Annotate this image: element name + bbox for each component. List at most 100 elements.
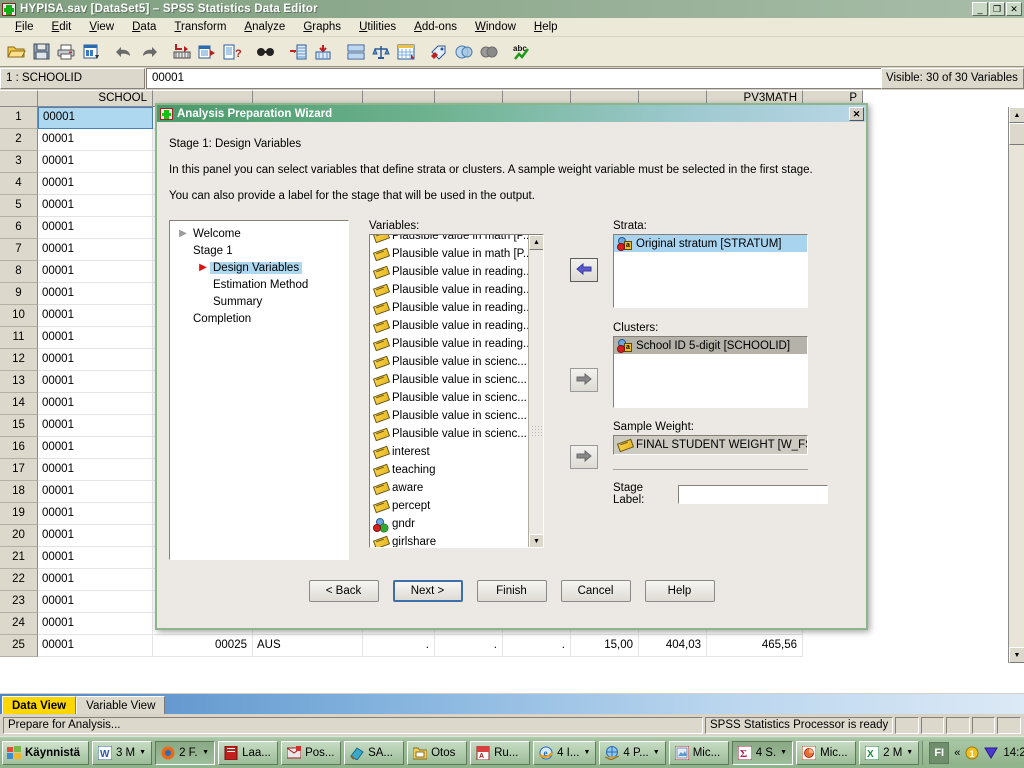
clock[interactable]: 14:23: [1003, 747, 1024, 759]
row-header[interactable]: 25: [0, 635, 38, 657]
row-header[interactable]: 11: [0, 327, 38, 349]
tray-expand-icon[interactable]: «: [954, 747, 960, 759]
tab-variable-view[interactable]: Variable View: [76, 696, 166, 714]
recall-dialogs-icon[interactable]: [79, 40, 103, 64]
move-to-sample-weight-button[interactable]: [570, 445, 598, 469]
vertical-scroll-thumb[interactable]: [1009, 123, 1024, 145]
stage-label-input[interactable]: [677, 484, 828, 504]
taskbar-item[interactable]: 2 F. ▼: [155, 740, 216, 765]
variable-list-item[interactable]: Plausible value in scienc...: [370, 353, 529, 371]
taskbar-item[interactable]: Mic...: [668, 740, 729, 765]
cell[interactable]: 404,03: [639, 635, 707, 657]
cell[interactable]: .: [363, 635, 435, 657]
row-header[interactable]: 20: [0, 525, 38, 547]
finish-button[interactable]: Finish: [476, 580, 547, 602]
spell-check-icon[interactable]: abc: [510, 40, 534, 64]
cell-schoolid[interactable]: 00001: [38, 437, 153, 459]
row-header[interactable]: 18: [0, 481, 38, 503]
cell-schoolid[interactable]: 00001: [38, 613, 153, 635]
variable-list-item[interactable]: teaching: [370, 461, 529, 479]
cell-schoolid[interactable]: 00001: [38, 305, 153, 327]
cell-schoolid[interactable]: 00001: [38, 503, 153, 525]
cell-schoolid[interactable]: 00001: [38, 371, 153, 393]
variables-scroll-grip[interactable]: [531, 425, 542, 437]
tree-item-summary[interactable]: Summary: [170, 293, 348, 310]
taskbar-item[interactable]: e 4 I... ▼: [533, 740, 597, 765]
cell-schoolid[interactable]: 00001: [38, 283, 153, 305]
split-file-icon[interactable]: [344, 40, 368, 64]
update-shield-icon[interactable]: 1: [965, 746, 979, 760]
menu-help[interactable]: Help: [525, 19, 567, 35]
tree-item-completion[interactable]: Completion: [170, 310, 348, 327]
taskbar-item[interactable]: A Ru...: [470, 740, 531, 765]
defrag-icon[interactable]: [984, 746, 999, 760]
variables-scroll-up-icon[interactable]: ▲: [529, 235, 543, 250]
row-header[interactable]: 2: [0, 129, 38, 151]
taskbar-item[interactable]: 4 P... ▼: [599, 740, 666, 765]
menu-graphs[interactable]: Graphs: [294, 19, 350, 35]
chevron-down-icon[interactable]: ▼: [139, 749, 146, 756]
taskbar-item[interactable]: SA...: [344, 740, 405, 765]
variable-list-item[interactable]: girlshare: [370, 533, 529, 547]
variable-list-item[interactable]: Plausible value in scienc...: [370, 425, 529, 443]
cell-schoolid[interactable]: 00001: [38, 261, 153, 283]
row-header[interactable]: 22: [0, 569, 38, 591]
goto-variable-icon[interactable]: [195, 40, 219, 64]
taskbar-item[interactable]: X 2 M ▼: [859, 740, 920, 765]
variable-list-item[interactable]: percept: [370, 497, 529, 515]
variable-list-item[interactable]: Plausible value in reading...: [370, 281, 529, 299]
active-cell[interactable]: 00001: [38, 107, 153, 129]
row-header[interactable]: 4: [0, 173, 38, 195]
variables-scrollbar[interactable]: ▲ ▼: [528, 235, 543, 547]
analysis-preparation-wizard-dialog[interactable]: Analysis Preparation Wizard ✕ Stage 1: D…: [155, 103, 868, 630]
wizard-step-tree[interactable]: ▶ Welcome Stage 1 ▶ Design Variables Estimati…: [169, 220, 349, 560]
row-header[interactable]: 7: [0, 239, 38, 261]
cell-schoolid[interactable]: 00001: [38, 569, 153, 591]
table-row[interactable]: 25 00001 00025 AUS... 15,00 404,03 465,56: [0, 635, 1024, 657]
clusters-listbox[interactable]: a School ID 5-digit [SCHOOLID]: [613, 336, 808, 408]
variables-list[interactable]: Plausible value in math [P... Plausible v…: [370, 235, 529, 547]
cell-schoolid[interactable]: 00001: [38, 393, 153, 415]
row-header[interactable]: 17: [0, 459, 38, 481]
cell-schoolid[interactable]: 00001: [38, 349, 153, 371]
row-header[interactable]: 21: [0, 547, 38, 569]
chevron-down-icon[interactable]: ▼: [780, 749, 787, 756]
cell-schoolid[interactable]: 00001: [38, 415, 153, 437]
cell-schoolid[interactable]: 00001: [38, 525, 153, 547]
scroll-down-icon[interactable]: ▼: [1009, 647, 1024, 663]
maximize-button[interactable]: ❐: [989, 2, 1005, 16]
menu-analyze[interactable]: Analyze: [235, 19, 294, 35]
variables-listbox[interactable]: Plausible value in math [P... Plausible v…: [369, 234, 544, 548]
variable-list-item[interactable]: Plausible value in scienc...: [370, 407, 529, 425]
next-button[interactable]: Next >: [392, 580, 463, 602]
row-header[interactable]: 10: [0, 305, 38, 327]
move-to-strata-button[interactable]: [570, 258, 598, 282]
variable-list-item[interactable]: aware: [370, 479, 529, 497]
variable-list-item[interactable]: Plausible value in reading...: [370, 299, 529, 317]
row-header[interactable]: 9: [0, 283, 38, 305]
grid-corner[interactable]: [0, 90, 38, 107]
cell-schoolid[interactable]: 00001: [38, 635, 153, 657]
taskbar-item[interactable]: Mic...: [796, 740, 857, 765]
language-indicator[interactable]: FI: [929, 741, 950, 764]
chevron-down-icon[interactable]: ▼: [202, 749, 209, 756]
variable-list-item[interactable]: interest: [370, 443, 529, 461]
show-all-variables-icon[interactable]: [477, 40, 501, 64]
variable-list-item[interactable]: Plausible value in scienc...: [370, 371, 529, 389]
move-to-clusters-button[interactable]: [570, 368, 598, 392]
taskbar-item[interactable]: W 3 M ▼: [91, 740, 153, 765]
variable-list-item[interactable]: gndr: [370, 515, 529, 533]
select-cases-icon[interactable]: [394, 40, 418, 64]
cell-schoolid[interactable]: 00001: [38, 151, 153, 173]
menu-view[interactable]: View: [80, 19, 123, 35]
menu-edit[interactable]: Edit: [43, 19, 81, 35]
cell[interactable]: AUS: [253, 635, 363, 657]
redo-icon[interactable]: [137, 40, 161, 64]
dialog-close-button[interactable]: ✕: [849, 106, 864, 121]
tree-item-stage-1[interactable]: Stage 1: [170, 242, 348, 259]
grid-vertical-scrollbar[interactable]: ▲ ▼: [1008, 107, 1024, 663]
insert-case-icon[interactable]: [286, 40, 310, 64]
cell[interactable]: 15,00: [571, 635, 639, 657]
cell[interactable]: 465,56: [707, 635, 803, 657]
menu-transform[interactable]: Transform: [165, 19, 235, 35]
